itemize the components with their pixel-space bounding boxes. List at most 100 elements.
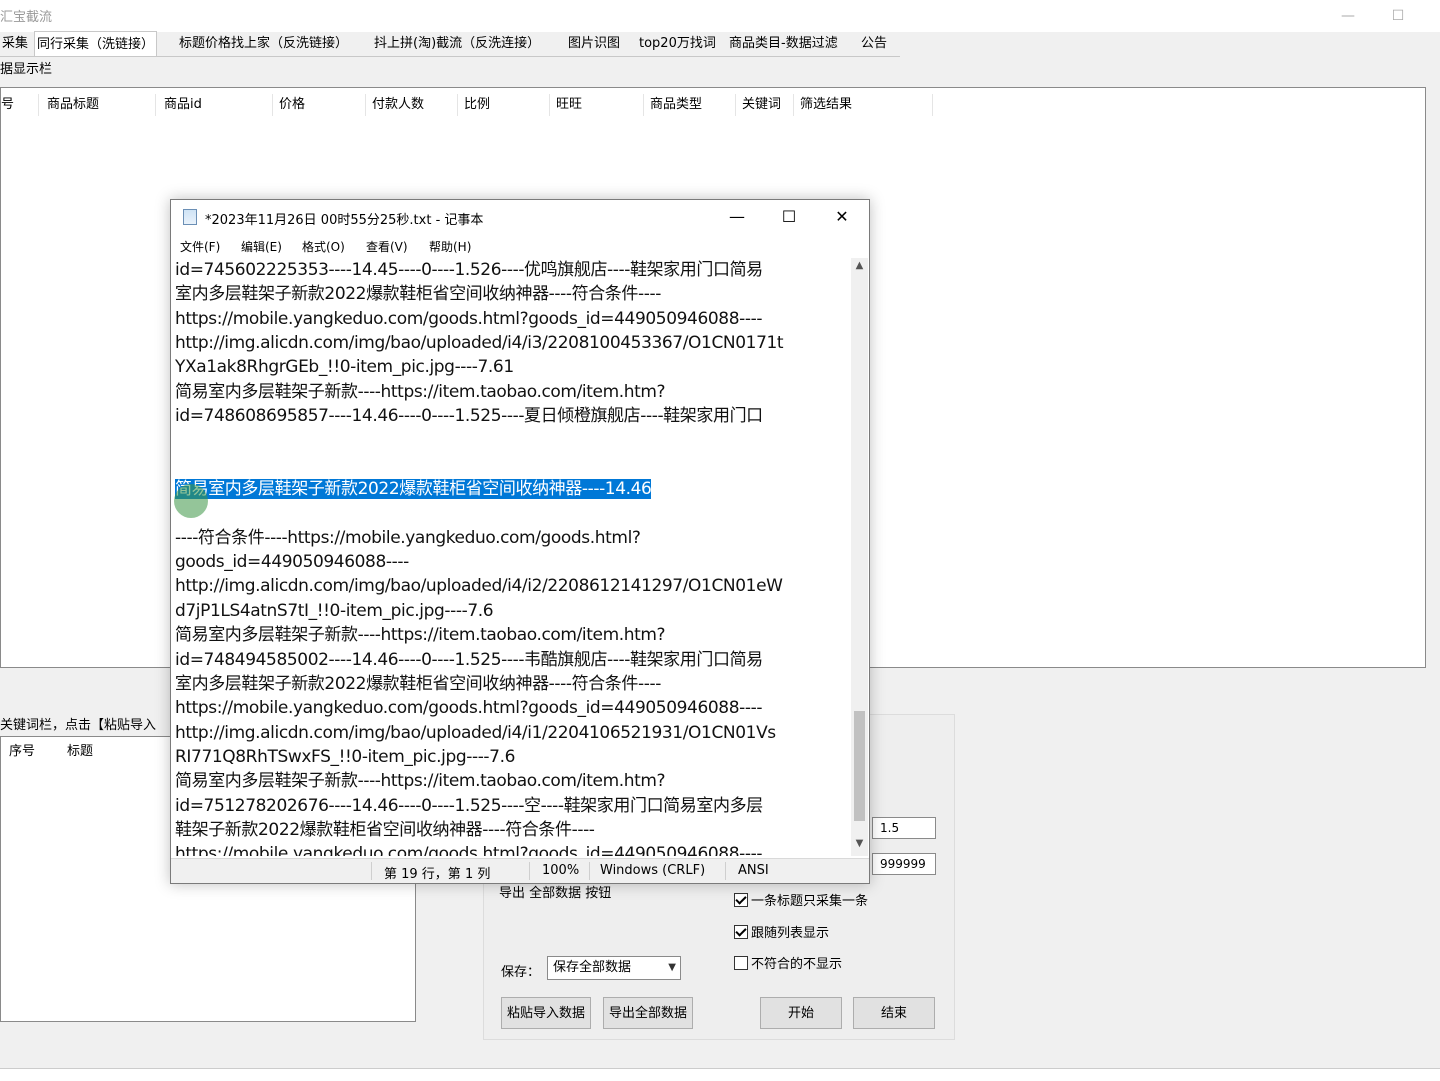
status-cursor-position: 第 19 行，第 1 列 <box>384 867 491 882</box>
menu-help[interactable]: 帮助(H) <box>429 238 471 255</box>
status-divider <box>725 862 726 880</box>
tab-peer-collect[interactable]: 同行采集（洗链接） <box>34 31 158 57</box>
stop-button[interactable]: 结束 <box>853 997 935 1029</box>
ratio-input[interactable]: 1.5 <box>872 817 936 839</box>
column-header-item-id[interactable]: 商品id <box>158 94 273 116</box>
save-label: 保存： <box>501 965 541 980</box>
menu-file[interactable]: 文件(F) <box>180 238 220 255</box>
start-button[interactable]: 开始 <box>760 997 842 1029</box>
text-line: id=748494585002----14.46----0----1.525--… <box>175 648 851 672</box>
tab-category-filter[interactable]: 商品类目-数据过滤 <box>727 33 840 55</box>
text-line: http://img.alicdn.com/img/bao/uploaded/i… <box>175 574 851 598</box>
text-line-content: 简易室内多层鞋架子新款----https://item.taobao.com/i… <box>175 771 666 792</box>
tab-top20-keywords[interactable]: top20万找词 <box>637 33 718 55</box>
text-line: https://mobile.yangkeduo.com/goods.html?… <box>175 842 851 856</box>
text-line <box>175 453 851 477</box>
column-header-type[interactable]: 商品类型 <box>644 94 736 116</box>
text-line-content: YXa1ak8RhgrGEb_!!0-item_pic.jpg----7.61 <box>175 357 514 378</box>
status-divider <box>371 862 372 880</box>
column-header-title[interactable]: 商品标题 <box>41 94 156 116</box>
tab-image-recognition[interactable]: 图片识图 <box>566 33 622 55</box>
column-header-index[interactable]: 号 <box>0 94 39 116</box>
status-divider <box>529 862 530 880</box>
text-line-content: 室内多层鞋架子新款2022爆款鞋柜省空间收纳神器----符合条件---- <box>175 284 661 305</box>
text-line <box>175 501 851 525</box>
text-line: id=745602225353----14.45----0----1.526--… <box>175 258 851 282</box>
text-line: http://img.alicdn.com/img/bao/uploaded/i… <box>175 331 851 355</box>
text-line-content: 简易室内多层鞋架子新款----https://item.taobao.com/i… <box>175 381 666 402</box>
text-line: RI771Q8RhTSwxFS_!!0-item_pic.jpg----7.6 <box>175 745 851 769</box>
text-line-content: 鞋架子新款2022爆款鞋柜省空间收纳神器----符合条件---- <box>175 819 595 840</box>
text-line-content: id=745602225353----14.45----0----1.526--… <box>175 260 763 280</box>
column-header-ratio[interactable]: 比例 <box>458 94 550 116</box>
text-line: https://mobile.yangkeduo.com/goods.html?… <box>175 307 851 331</box>
notepad-close-button[interactable]: ✕ <box>816 200 868 234</box>
notepad-maximize-button[interactable]: ☐ <box>763 200 815 234</box>
paste-import-button[interactable]: 粘贴导入数据 <box>501 997 591 1029</box>
text-line: goods_id=449050946088---- <box>175 550 851 574</box>
tab-douyin-intercept[interactable]: 抖上拼(淘)截流（反洗连接） <box>372 33 542 55</box>
text-line-content: 简易室内多层鞋架子新款----https://item.taobao.com/i… <box>175 625 666 646</box>
selected-text-line: 简易室内多层鞋架子新款2022爆款鞋柜省空间收纳神器----14.46 <box>175 477 851 501</box>
notepad-scrollbar[interactable]: ▲ ▼ <box>851 258 868 856</box>
save-mode-select[interactable]: 保存全部数据 ▼ <box>547 956 681 980</box>
text-line-content: ----符合条件----https://mobile.yangkeduo.com… <box>175 527 641 548</box>
text-line-content: goods_id=449050946088---- <box>175 552 409 573</box>
tab-announcement[interactable]: 公告 <box>859 33 889 55</box>
tab-title-price-find[interactable]: 标题价格找上家（反洗链接） <box>177 33 350 55</box>
text-line: YXa1ak8RhgrGEb_!!0-item_pic.jpg----7.61 <box>175 355 851 379</box>
mouse-cursor-highlight <box>174 484 208 518</box>
text-line-content: http://img.alicdn.com/img/bao/uploaded/i… <box>175 333 784 354</box>
export-hint-label: 导出 全部数据 按钮 <box>499 886 612 901</box>
notepad-titlebar[interactable]: *2023年11月26日 00时55分25秒.txt - 记事本 — ☐ ✕ <box>171 200 869 234</box>
column-header-filter-result[interactable]: 筛选结果 <box>794 94 933 116</box>
scroll-up-icon[interactable]: ▲ <box>851 260 868 271</box>
keyword-hint-label: 关键词栏，点击【粘贴导入 <box>0 718 157 733</box>
checkbox-label: 跟随列表显示 <box>751 926 830 941</box>
notepad-statusbar: 第 19 行，第 1 列 100% Windows (CRLF) ANSI <box>171 858 869 883</box>
text-line-content: https://mobile.yangkeduo.com/goods.html?… <box>175 844 763 856</box>
notepad-text-area[interactable]: id=745602225353----14.45----0----1.526--… <box>175 258 851 856</box>
menu-edit[interactable]: 编辑(E) <box>241 238 282 255</box>
checkbox-unchecked-icon <box>734 956 748 970</box>
notepad-minimize-button[interactable]: — <box>711 200 763 234</box>
menu-view[interactable]: 查看(V) <box>366 238 408 255</box>
tab-collect[interactable]: 采集 <box>0 33 30 55</box>
save-mode-value: 保存全部数据 <box>553 960 632 975</box>
text-line-content: id=748608695857----14.46----0----1.525--… <box>175 406 763 427</box>
scroll-down-icon[interactable]: ▼ <box>851 838 868 849</box>
text-line: d7jP1LS4atnS7tI_!!0-item_pic.jpg----7.6 <box>175 599 851 623</box>
max-value-input[interactable]: 999999 <box>872 853 936 875</box>
app-maximize-button[interactable]: ☐ <box>1378 4 1418 28</box>
text-line-content: RI771Q8RhTSwxFS_!!0-item_pic.jpg----7.6 <box>175 746 515 767</box>
text-line-content: d7jP1LS4atnS7tI_!!0-item_pic.jpg----7.6 <box>175 600 494 621</box>
text-line: 鞋架子新款2022爆款鞋柜省空间收纳神器----符合条件---- <box>175 818 851 842</box>
checkbox-label: 不符合的不显示 <box>751 957 843 972</box>
app-minimize-button[interactable]: — <box>1328 4 1368 28</box>
keyword-column-index[interactable]: 序号 <box>9 742 35 762</box>
text-line-content: id=748494585002----14.46----0----1.525--… <box>175 649 763 670</box>
checkbox-checked-icon <box>734 925 748 939</box>
scrollbar-thumb[interactable] <box>854 711 865 821</box>
text-line: 简易室内多层鞋架子新款----https://item.taobao.com/i… <box>175 380 851 404</box>
keyword-column-title[interactable]: 标题 <box>67 742 93 762</box>
column-header-wangwang[interactable]: 旺旺 <box>550 94 644 116</box>
status-zoom: 100% <box>542 863 580 878</box>
status-line-ending: Windows (CRLF) <box>600 863 706 878</box>
export-all-button[interactable]: 导出全部数据 <box>603 997 693 1029</box>
status-divider <box>589 862 590 880</box>
menu-format[interactable]: 格式(O) <box>302 238 345 255</box>
app-titlebar: 汇宝截流 — ☐ <box>0 0 1440 32</box>
one-per-title-checkbox[interactable]: 一条标题只采集一条 <box>734 893 868 911</box>
status-encoding: ANSI <box>738 863 769 878</box>
column-header-price[interactable]: 价格 <box>273 94 366 116</box>
follow-list-checkbox[interactable]: 跟随列表显示 <box>734 925 829 943</box>
hide-unmatched-checkbox[interactable]: 不符合的不显示 <box>734 956 842 974</box>
column-header-buyers[interactable]: 付款人数 <box>366 94 458 116</box>
text-line: id=751278202676----14.46----0----1.525--… <box>175 794 851 818</box>
tab-bar: 采集 同行采集（洗链接） 标题价格找上家（反洗链接） 抖上拼(淘)截流（反洗连接… <box>0 31 1440 57</box>
text-line-content: http://img.alicdn.com/img/bao/uploaded/i… <box>175 576 783 597</box>
column-header-keyword[interactable]: 关键词 <box>736 94 794 116</box>
notepad-window[interactable]: *2023年11月26日 00时55分25秒.txt - 记事本 — ☐ ✕ 文… <box>170 199 870 884</box>
text-line <box>175 428 851 452</box>
